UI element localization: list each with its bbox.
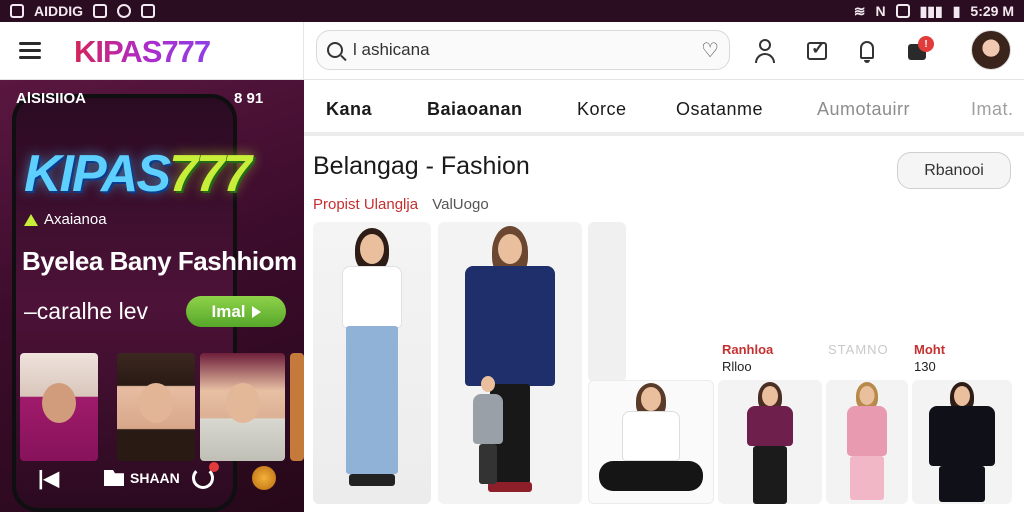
refresh-icon[interactable] [192,462,219,489]
app-notification-icon [10,4,24,18]
promo-thumbnail[interactable] [290,353,304,461]
promo-link[interactable]: Propist Ulanglja [313,196,418,213]
product-card[interactable] [313,222,431,504]
category-label: ValUogo [432,196,489,213]
listing-subheader: Propist Ulanglja ValUogo [313,196,489,213]
product-card[interactable] [718,380,822,504]
promo-cta-label: Imal [211,301,246,321]
brand-logo[interactable]: KIPAS777 [74,34,211,70]
phone-time: 8 91 [234,90,264,107]
user-avatar[interactable] [971,30,1011,70]
tab-osatanme[interactable]: Osatanme [676,99,763,120]
cart-badge: ! [918,36,934,52]
promo-brand-logo: KIPAS777 [24,144,252,204]
search-bar[interactable]: ♡ [316,30,730,70]
share-button[interactable]: SHAAN [104,470,180,486]
account-icon[interactable] [750,36,780,66]
battery-icon: ▮ [952,2,961,19]
gallery-icon [93,4,107,18]
phone-bottom-nav: |◀ SHAAN [12,458,302,498]
promo-thumbnail[interactable] [117,353,195,461]
shield-icon [117,4,131,18]
product-card[interactable] [588,380,714,504]
promo-cta-button[interactable]: Imal [186,296,286,327]
menu-icon[interactable] [19,42,41,60]
search-icon [327,42,343,58]
wifi-icon: ≋ [853,2,866,19]
coin-icon[interactable] [252,466,276,490]
product-card[interactable] [826,380,908,504]
product-tag: Ranhloa [722,342,774,357]
product-price: 130 [914,359,936,374]
page-title: Belangag - Fashion [313,152,530,180]
promo-tagline: Axaianoa [24,211,107,228]
status-left-text: AIDDIG [34,3,83,19]
divider [303,22,304,80]
tab-korce[interactable]: Korce [577,99,627,120]
promo-thumbnail[interactable] [200,353,285,461]
message-icon [141,4,155,18]
favorite-heart-icon[interactable]: ♡ [701,38,719,63]
product-listing: Belangag - Fashion Rbanooi Propist Ulang… [304,136,1024,512]
product-card[interactable] [438,222,582,504]
product-tag: Moht [914,342,946,357]
promo-banner[interactable]: AlSISIIOA 8 91 KIPAS777 Axaianoa Byelea … [0,80,304,512]
notification-bell-icon[interactable] [852,36,882,66]
tab-baiaoanan[interactable]: Baiaoanan [427,99,523,120]
top-app-bar: KIPAS777 ♡ ✓ ! [0,22,1024,80]
filter-button[interactable]: Rbanooi [897,152,1011,189]
play-icon [251,305,261,318]
nfc-icon: N [875,3,886,19]
orders-check-icon[interactable]: ✓ [802,36,832,66]
promo-brand-sevens: 777 [169,145,252,203]
phone-status-bar: AlSISIIOA 8 91 [16,90,266,107]
status-time: 5:29 M [970,3,1014,19]
promo-brand-main: KIPAS [24,145,171,203]
category-tabs: Kana Baiaoanan Korce Osatanme Aumotauirr… [304,80,1024,136]
tab-aumotauirr[interactable]: Aumotauirr [817,99,910,120]
search-input[interactable] [353,40,702,60]
phone-label: AlSISIIOA [16,90,87,107]
tab-kana[interactable]: Kana [326,99,372,120]
back-icon[interactable]: |◀ [38,466,59,491]
promo-thumbnail[interactable] [20,353,98,461]
folder-icon [104,470,124,486]
tab-imat[interactable]: Imat. [971,99,1014,120]
promo-headline: Byelea Bany Fashhiom [22,246,297,276]
share-label: SHAAN [130,470,180,486]
promo-tagline-text: Axaianoa [44,211,107,228]
product-card[interactable] [588,222,626,382]
triangle-icon [24,213,38,226]
signal-icon: ▮▮▮ [919,2,943,19]
shopping-bag-icon[interactable]: ! [902,36,934,66]
promo-subline: –caralhe lev [24,298,149,324]
product-tag-ghost: STAMNO [828,342,889,357]
system-status-bar: AIDDIG ≋ N ▮▮▮ ▮ 5:29 M [0,0,1024,22]
product-card[interactable] [912,380,1012,504]
vibrate-icon [895,4,910,18]
product-price: Rlloo [722,359,752,374]
